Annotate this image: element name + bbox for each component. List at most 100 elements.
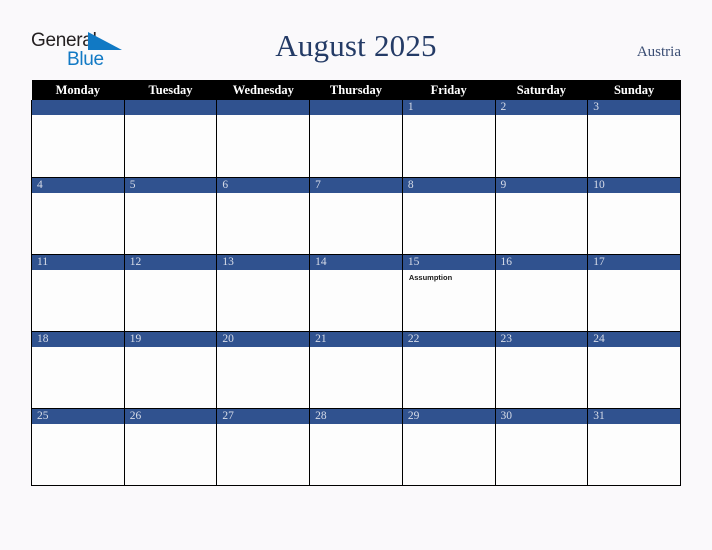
day-events [588, 347, 680, 350]
weekday-header-monday: Monday [31, 80, 125, 100]
calendar-day-cell[interactable]: 10 [587, 177, 681, 255]
calendar-day-cell[interactable]: 6 [216, 177, 311, 255]
day-events [310, 115, 402, 118]
day-events [32, 424, 124, 427]
day-events [125, 193, 217, 196]
day-number: 21 [310, 331, 402, 347]
day-number: 18 [32, 331, 124, 347]
calendar-day-cell[interactable]: 3 [587, 100, 681, 178]
day-number: 19 [124, 331, 217, 347]
day-events [588, 115, 680, 118]
weekday-header-thursday: Thursday [309, 80, 403, 100]
weekday-header-tuesday: Tuesday [124, 80, 217, 100]
day-events [403, 347, 495, 350]
calendar-day-cell[interactable]: 27 [216, 408, 311, 486]
day-events [588, 193, 680, 196]
calendar-week-row: 4 5 6 7 8 9 10 [31, 177, 681, 255]
calendar-day-cell[interactable]: 11 [31, 254, 125, 332]
day-number: 28 [310, 408, 402, 424]
weekday-header-row: Monday Tuesday Wednesday Thursday Friday… [31, 80, 681, 100]
day-events [310, 193, 402, 196]
day-events [496, 115, 588, 118]
calendar-day-cell[interactable]: 20 [216, 331, 311, 409]
calendar-week-row: 11 12 13 14 15 Assumption 16 17 [31, 254, 681, 332]
day-number: 24 [588, 331, 680, 347]
calendar-day-cell[interactable]: 26 [123, 408, 218, 486]
calendar-day-cell[interactable]: 12 [123, 254, 218, 332]
calendar-day-cell[interactable] [309, 100, 403, 178]
calendar-day-cell[interactable]: 9 [494, 177, 589, 255]
day-number: 1 [402, 100, 495, 115]
day-events [217, 193, 309, 196]
calendar-day-cell[interactable]: 14 [309, 254, 403, 332]
calendar-day-cell[interactable]: 28 [309, 408, 403, 486]
calendar-day-cell[interactable]: 4 [31, 177, 125, 255]
calendar-day-cell[interactable] [216, 100, 311, 178]
day-events [403, 424, 495, 427]
day-number: 8 [402, 177, 495, 193]
calendar-day-cell[interactable]: 29 [401, 408, 496, 486]
day-number: 20 [217, 331, 310, 347]
day-events [403, 193, 495, 196]
day-events [32, 347, 124, 350]
calendar-day-cell[interactable]: 18 [31, 331, 125, 409]
calendar-day-cell[interactable]: 8 [401, 177, 496, 255]
calendar-day-cell[interactable]: 1 [401, 100, 496, 178]
day-number: 5 [124, 177, 217, 193]
calendar-day-cell[interactable]: 22 [401, 331, 496, 409]
country-label: Austria [636, 44, 681, 60]
holiday-event: Assumption [408, 272, 453, 282]
calendar-week-row: 123 [31, 100, 681, 178]
day-number: 17 [588, 254, 680, 270]
calendar-day-cell[interactable]: 25 [31, 408, 125, 486]
day-number: 11 [32, 254, 124, 270]
calendar-page: General Blue August 2025 Austria Monday … [0, 0, 712, 550]
day-events [125, 270, 217, 273]
page-header: General Blue August 2025 Austria [0, 0, 712, 78]
calendar-day-cell[interactable]: 30 [494, 408, 589, 486]
day-events [125, 115, 217, 118]
calendar-day-cell[interactable]: 19 [123, 331, 218, 409]
day-number: 10 [588, 177, 680, 193]
calendar-day-cell[interactable] [31, 100, 125, 178]
day-number: 2 [495, 100, 588, 115]
page-title: August 2025 [275, 28, 437, 63]
day-number: 25 [32, 408, 124, 424]
calendar-day-cell[interactable]: 23 [494, 331, 589, 409]
weekday-header-friday: Friday [402, 80, 496, 100]
day-events [217, 270, 309, 273]
calendar-day-cell[interactable]: 2 [494, 100, 589, 178]
calendar-body: 1 2 3 4 5 6 7 8 9 10 11 12 13 14 15 Assumption 16 17 18 19 2… [31, 100, 681, 486]
day-number: 3 [588, 100, 680, 115]
day-number [310, 100, 402, 115]
day-number: 9 [495, 177, 588, 193]
calendar-day-cell[interactable]: 15 Assumption [401, 254, 496, 332]
day-events [32, 270, 124, 273]
calendar-day-cell[interactable] [123, 100, 218, 178]
day-number: 12 [124, 254, 217, 270]
calendar-day-cell[interactable]: 7 [309, 177, 403, 255]
day-number [124, 100, 217, 115]
day-number: 14 [310, 254, 402, 270]
day-events [496, 424, 588, 427]
calendar-grid: Monday Tuesday Wednesday Thursday Friday… [31, 80, 681, 486]
calendar-day-cell[interactable]: 24 [587, 331, 681, 409]
day-number [217, 100, 310, 115]
day-events [125, 347, 217, 350]
day-events [217, 115, 309, 118]
day-number: 6 [217, 177, 310, 193]
day-events [217, 424, 309, 427]
day-events [496, 193, 588, 196]
day-events [32, 115, 124, 118]
weekday-header-sunday: Sunday [587, 80, 681, 100]
calendar-day-cell[interactable]: 13 [216, 254, 311, 332]
day-events [588, 270, 680, 273]
day-number [32, 100, 124, 115]
day-events [496, 347, 588, 350]
day-number: 30 [495, 408, 588, 424]
calendar-day-cell[interactable]: 21 [309, 331, 403, 409]
calendar-day-cell[interactable]: 16 [494, 254, 589, 332]
calendar-day-cell[interactable]: 17 [587, 254, 681, 332]
calendar-day-cell[interactable]: 31 [587, 408, 681, 486]
calendar-day-cell[interactable]: 5 [123, 177, 218, 255]
